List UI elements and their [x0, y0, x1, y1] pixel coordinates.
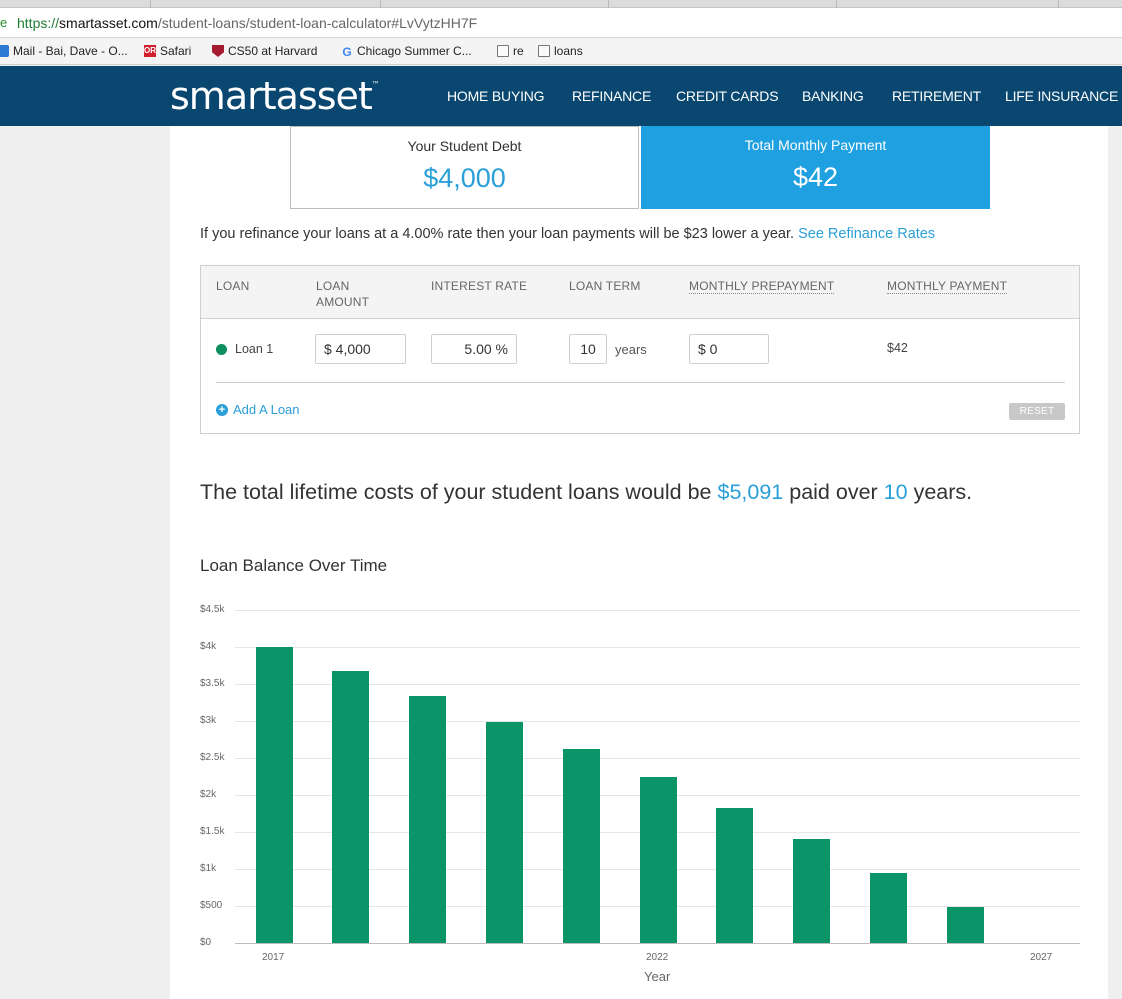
- loan-color-dot: [216, 344, 227, 355]
- smartasset-logo[interactable]: smartasset™: [170, 74, 380, 118]
- chart-gridline: [235, 610, 1080, 611]
- header-loan-term: LOAN TERM: [569, 279, 641, 293]
- monthly-payment-cell: $42: [887, 341, 908, 355]
- y-tick-label: $2.5k: [200, 752, 225, 763]
- x-tick-label: 2017: [262, 952, 285, 963]
- student-debt-label: Your Student Debt: [407, 138, 522, 154]
- nav-home-buying[interactable]: HOME BUYING: [447, 88, 545, 104]
- chart-bar-2020[interactable]: [485, 721, 523, 943]
- monthly-payment-label: Total Monthly Payment: [744, 137, 887, 153]
- loan-term-input[interactable]: 10: [569, 334, 607, 364]
- chart-bar-2024[interactable]: [793, 839, 831, 943]
- header-loan-amount: LOAN AMOUNT: [316, 279, 370, 309]
- monthly-prepayment-input[interactable]: $ 0: [689, 334, 769, 364]
- x-axis-label: Year: [644, 969, 671, 984]
- chart-bar-2017[interactable]: [255, 647, 293, 943]
- bookmarks-bar: Mail - Bai, Dave - O... OR Safari CS50 a…: [0, 38, 1122, 65]
- lifetime-cost-amount: $5,091: [717, 480, 784, 504]
- loan-table: LOAN LOAN AMOUNT INTEREST RATE LOAN TERM …: [200, 265, 1080, 434]
- browser-tab-strip: [0, 0, 1122, 8]
- y-tick-label: $1.5k: [200, 826, 225, 837]
- y-tick-label: $3.5k: [200, 678, 225, 689]
- loan-term-unit: years: [615, 342, 647, 357]
- monthly-payment-value: $42: [792, 162, 839, 192]
- y-tick-label: $3k: [200, 715, 217, 726]
- reset-button[interactable]: RESET: [1009, 403, 1065, 420]
- chart-bar-2026[interactable]: [946, 907, 984, 943]
- chart-bar-2018[interactable]: [332, 670, 370, 943]
- header-interest-rate: INTEREST RATE: [431, 279, 528, 293]
- bookmark-safari[interactable]: OR Safari: [144, 44, 191, 58]
- bookmark-folder-loans[interactable]: loans: [538, 44, 583, 58]
- header-monthly-payment[interactable]: MONTHLY PAYMENT: [887, 279, 1008, 294]
- nav-retirement[interactable]: RETIREMENT: [892, 88, 981, 104]
- table-row: Loan 1 $ 4,000 5.00 % 10 years $ 0 $42: [201, 319, 1079, 381]
- chart-title: Loan Balance Over Time: [200, 556, 388, 575]
- header-loan: LOAN: [216, 279, 250, 293]
- secure-lock-icon: e: [0, 15, 8, 30]
- calculator-content: Your Student Debt $4,000 Total Monthly P…: [170, 126, 1108, 999]
- bookmark-cs50[interactable]: CS50 at Harvard: [212, 44, 317, 58]
- nav-credit-cards[interactable]: CREDIT CARDS: [676, 88, 779, 104]
- y-tick-label: $1k: [200, 863, 217, 874]
- loan-table-header: LOAN LOAN AMOUNT INTEREST RATE LOAN TERM …: [201, 266, 1079, 319]
- nav-refinance[interactable]: REFINANCE: [572, 88, 651, 104]
- monthly-payment-box: Total Monthly Payment $42: [641, 126, 990, 209]
- refinance-message: If you refinance your loans at a 4.00% r…: [200, 226, 936, 242]
- chart-bar-2022[interactable]: [639, 777, 677, 943]
- loan-balance-chart: $0 $500 $1k $1.5k $2k $2.5k $3k $3.5k $4k $4.5k 20…: [170, 586, 1108, 996]
- safari-books-icon: OR: [144, 45, 156, 57]
- address-bar[interactable]: e https://smartasset.com/student-loans/s…: [0, 8, 1122, 38]
- google-icon: G: [342, 45, 352, 59]
- chart-bar-2021[interactable]: [562, 749, 600, 943]
- nav-banking[interactable]: BANKING: [802, 88, 864, 104]
- loan-amount-input[interactable]: $ 4,000: [315, 334, 406, 364]
- summary-boxes: Your Student Debt $4,000 Total Monthly P…: [290, 126, 990, 209]
- divider: [216, 382, 1065, 383]
- header-monthly-prepayment[interactable]: MONTHLY PREPAYMENT: [689, 279, 835, 294]
- folder-icon: [538, 45, 550, 57]
- x-tick-label: 2027: [1030, 952, 1053, 963]
- bookmark-mail[interactable]: Mail - Bai, Dave - O...: [0, 44, 128, 58]
- y-tick-label: $2k: [200, 789, 217, 800]
- add-loan-button[interactable]: + Add A Loan: [216, 402, 300, 417]
- lifetime-cost-summary: The total lifetime costs of your student…: [200, 480, 973, 504]
- bookmark-chicago[interactable]: G Chicago Summer C...: [341, 44, 471, 59]
- bookmark-folder-re[interactable]: re: [497, 44, 524, 58]
- y-tick-label: $500: [200, 900, 223, 911]
- lifetime-cost-years: 10: [883, 480, 908, 504]
- chart-bar-2025[interactable]: [869, 872, 907, 943]
- loan-name: Loan 1: [235, 342, 274, 356]
- student-debt-box: Your Student Debt $4,000: [290, 126, 639, 209]
- interest-rate-input[interactable]: 5.00 %: [431, 334, 517, 364]
- chart-bar-2023[interactable]: [716, 807, 754, 943]
- y-tick-label: $4.5k: [200, 604, 225, 615]
- see-refinance-rates-link[interactable]: See Refinance Rates: [798, 226, 935, 242]
- chart-baseline: [235, 943, 1080, 944]
- y-tick-label: $0: [200, 937, 212, 948]
- plus-circle-icon: +: [216, 403, 228, 416]
- site-header: smartasset™ HOME BUYING REFINANCE CREDIT…: [0, 66, 1122, 126]
- x-tick-label: 2022: [646, 952, 669, 963]
- student-debt-value: $4,000: [423, 163, 506, 193]
- folder-icon: [497, 45, 509, 57]
- nav-life-insurance[interactable]: LIFE INSURANCE: [1005, 88, 1118, 104]
- harvard-shield-icon: [212, 45, 224, 57]
- url-text[interactable]: https://smartasset.com/student-loans/stu…: [17, 8, 477, 38]
- chart-bar-2019[interactable]: [409, 695, 447, 943]
- chart-gridline: [235, 647, 1080, 648]
- mail-icon: [0, 45, 9, 57]
- y-tick-label: $4k: [200, 641, 217, 652]
